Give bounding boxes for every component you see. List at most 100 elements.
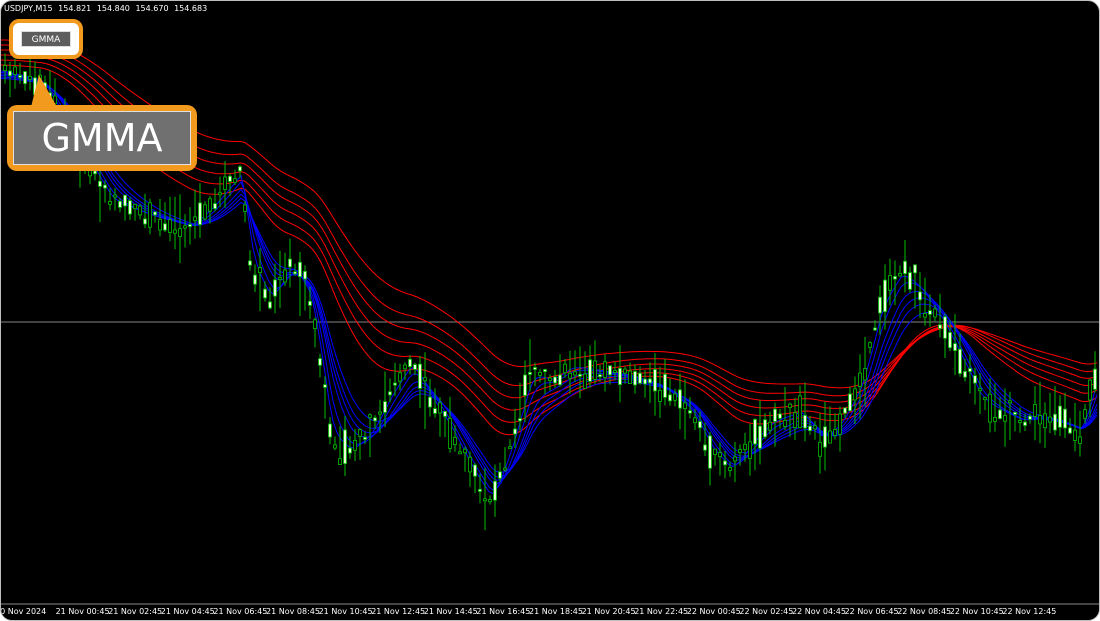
candle-body [738,449,742,454]
candle-body [1018,420,1022,423]
time-tick-label: 21 Nov 00:45 [55,607,110,616]
candle-body [158,218,162,231]
candle-body [658,389,662,402]
candle-body [753,418,757,445]
candle-body [228,175,232,182]
candle-body [793,412,797,429]
candle-body [558,374,562,386]
candle-body [503,467,507,471]
candle-body [183,225,187,229]
candle-body [403,364,407,370]
candle-body [1043,413,1047,429]
candle-body [673,393,677,401]
candle-body [478,488,482,492]
candle-body [23,71,27,84]
candle-body [253,274,257,285]
candle-body [358,429,362,437]
candle-body [853,388,857,401]
candle-body [308,300,312,306]
candle-body [1048,416,1052,423]
candle-body [653,369,657,392]
candle-body [978,388,982,392]
candle-body [118,200,122,208]
candle-body [588,359,592,382]
candle-body [808,425,812,432]
candle-body [1068,427,1072,434]
candle-body [913,264,917,274]
candle-body [763,419,767,438]
symbol-header: USDJPY,M15 154.821 154.840 154.670 154.6… [4,4,210,14]
candle-body [13,66,17,75]
candle-body [378,411,382,415]
price-chart[interactable] [1,1,1099,620]
candle-body [1088,379,1092,401]
candle-body [733,456,737,462]
callout-box: GMMA [7,105,197,171]
candle-body [188,224,192,227]
candle-body [788,403,792,409]
candle-body [318,358,322,366]
candle-body [408,358,412,367]
candle-body [3,65,7,71]
candle-body [803,414,807,429]
candle-body [548,377,552,382]
candle-body [123,194,127,207]
candle-body [1038,415,1042,425]
candle-body [918,291,922,301]
candle-body [1053,413,1057,431]
candle-body [178,228,182,237]
indicator-label[interactable]: GMMA [21,31,71,47]
candle-body [233,178,237,183]
candle-body [968,368,972,372]
candle-body [398,372,402,382]
candle-body [373,417,377,422]
candle-body [268,301,272,309]
candle-body [323,384,327,388]
candle-body [963,370,967,378]
high-price: 154.840 [96,4,130,13]
candle-body [263,288,267,299]
candle-body [193,216,197,222]
close-price: 154.683 [174,4,208,13]
candle-body [353,439,357,451]
candle-body [298,261,302,277]
candle-body [623,368,627,374]
candle-body [513,428,517,435]
candle-body [1083,409,1087,419]
candle-body [313,319,317,329]
candle-body [528,371,532,375]
candle-body [858,372,862,388]
candle-body [303,270,307,280]
candle-body [543,369,547,372]
candle-body [173,229,177,234]
candle-body [708,435,712,469]
candle-body [948,332,952,349]
candle-body [498,471,502,479]
candle-body [823,426,827,448]
candle-body [678,389,682,409]
candle-body [898,272,902,277]
time-tick-label: 21 Nov 14:45 [423,607,478,616]
candle-body [208,198,212,212]
time-tick-label: 21 Nov 04:45 [160,607,215,616]
candle-body [283,269,287,283]
candle-body [1023,421,1027,426]
low-price: 154.670 [135,4,169,13]
candle-body [943,316,947,339]
candle-body [643,378,647,385]
candle-body [133,203,137,210]
candle-body [533,367,537,370]
candle-body [98,180,102,187]
candle-body [863,368,867,381]
candle-body [343,429,347,464]
candle-body [368,414,372,418]
chart-window[interactable]: USDJPY,M15 154.821 154.840 154.670 154.6… [0,0,1100,621]
candle-body [993,416,997,422]
candle-body [828,430,832,444]
candle-body [938,324,942,329]
candle-body [878,296,882,314]
time-tick-label: 22 Nov 02:45 [739,607,794,616]
candle-body [508,446,512,450]
candle-body [818,441,822,457]
time-tick-label: 21 Nov 02:45 [108,607,163,616]
